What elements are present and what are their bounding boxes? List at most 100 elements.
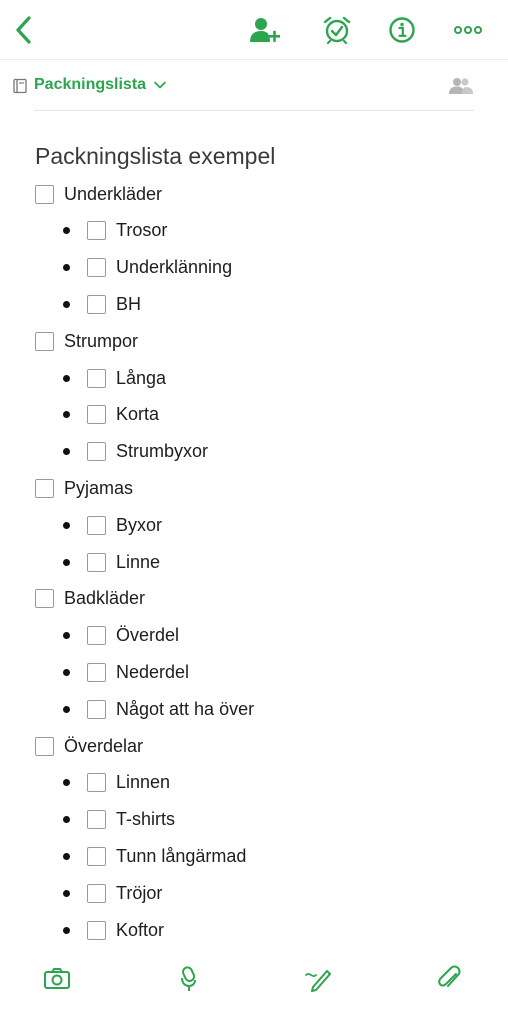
bullet-icon <box>63 521 70 529</box>
info-icon <box>389 17 415 43</box>
checklist-subitem: T-shirts <box>63 803 175 837</box>
notebook-icon <box>13 78 27 94</box>
checkbox[interactable] <box>87 699 106 719</box>
checklist-subitem: Linne <box>63 545 160 579</box>
checklist-subitem: Trosor <box>63 214 167 248</box>
notebook-selector[interactable]: Packningslista <box>0 62 508 110</box>
bullet-icon <box>63 632 70 640</box>
bullet-icon <box>63 705 70 713</box>
checklist-subitem: Korta <box>63 398 159 432</box>
camera-icon <box>44 968 70 989</box>
alarm-clock-icon <box>323 16 351 45</box>
checklist-subitem-label: Tunn långärmad <box>116 845 247 866</box>
checkbox[interactable] <box>87 883 106 903</box>
bullet-icon <box>63 852 70 860</box>
checklist-subitem-label: Något att ha över <box>116 698 255 719</box>
checklist-subitem-label: Långa <box>116 367 167 388</box>
checkbox[interactable] <box>87 515 106 535</box>
back-button[interactable] <box>6 12 42 48</box>
checklist-subitem: Underklänning <box>63 251 232 285</box>
camera-button[interactable] <box>42 964 72 994</box>
pen-icon <box>305 970 331 992</box>
checklist-subitem-label: Byxor <box>116 514 163 535</box>
note-title[interactable]: Packningslista exempel <box>35 143 275 170</box>
checkbox[interactable] <box>35 478 54 498</box>
reminder-button[interactable] <box>319 12 355 48</box>
checklist-subitem-label: Tröjor <box>116 882 163 903</box>
bottom-toolbar <box>0 952 508 1023</box>
bullet-icon <box>63 889 70 897</box>
checklist-subitem: Byxor <box>63 508 162 542</box>
checkbox[interactable] <box>35 331 54 351</box>
checkbox[interactable] <box>87 662 106 682</box>
bullet-icon <box>63 300 70 308</box>
bullet-icon <box>63 227 70 235</box>
bullet-icon <box>63 926 70 934</box>
notebook-name[interactable]: Packningslista <box>34 76 146 94</box>
checklist-subitem: Tunn långärmad <box>63 839 246 873</box>
checkbox[interactable] <box>87 773 106 793</box>
checkbox[interactable] <box>87 258 106 278</box>
checkbox[interactable] <box>87 552 106 572</box>
audio-button[interactable] <box>174 964 204 994</box>
bullet-icon <box>63 816 70 824</box>
checkbox[interactable] <box>87 221 106 241</box>
checklist-subitem-label: Underklänning <box>116 257 233 278</box>
checklist-subitem: Koftor <box>63 913 164 947</box>
checklist-item: Strumpor <box>35 324 138 358</box>
info-button[interactable] <box>384 12 420 48</box>
checklist-item-label: Badkläder <box>64 588 146 609</box>
bullet-icon <box>63 264 70 272</box>
checklist-subitem-label: Överdel <box>116 625 180 646</box>
checkbox[interactable] <box>87 626 106 646</box>
bullet-icon <box>63 779 70 787</box>
checkbox[interactable] <box>87 405 106 425</box>
checkbox[interactable] <box>87 846 106 866</box>
bullet-icon <box>63 374 70 382</box>
checkbox[interactable] <box>35 589 54 609</box>
more-button[interactable] <box>450 12 486 48</box>
checkbox[interactable] <box>87 810 106 830</box>
checklist-subitem-label: Koftor <box>116 919 165 940</box>
bullet-icon <box>63 448 70 456</box>
checklist-item-label: Underkläder <box>64 183 163 204</box>
checklist-item-label: Pyjamas <box>64 477 134 498</box>
checklist-subitem-label: Linne <box>116 551 161 572</box>
checklist-subitem-label: Strumbyxor <box>116 441 209 462</box>
checklist-subitem: Långa <box>63 361 166 395</box>
more-icon <box>454 26 482 34</box>
checklist-subitem-label: T-shirts <box>116 809 176 830</box>
top-toolbar <box>0 0 508 60</box>
notebook-divider <box>34 110 474 111</box>
add-person-icon <box>250 18 280 42</box>
bullet-icon <box>63 558 70 566</box>
attachment-button[interactable] <box>435 964 465 994</box>
top-divider <box>0 59 508 60</box>
checklist-subitem-label: BH <box>116 293 142 314</box>
checkbox[interactable] <box>35 184 54 204</box>
checklist-subitem: Tröjor <box>63 876 162 910</box>
checklist-subitem: Överdel <box>63 619 179 653</box>
chevron-down-icon <box>154 81 166 89</box>
checkbox[interactable] <box>87 442 106 462</box>
checkbox[interactable] <box>87 920 106 940</box>
checklist-subitem: Nederdel <box>63 655 189 689</box>
add-person-button[interactable] <box>247 12 283 48</box>
bullet-icon <box>63 668 70 676</box>
checklist-item: Underkläder <box>35 177 162 211</box>
checklist-subitem-label: Korta <box>116 404 160 425</box>
checklist-item: Överdelar <box>35 729 143 763</box>
shared-people-icon[interactable] <box>448 76 474 96</box>
bullet-icon <box>63 411 70 419</box>
checkbox[interactable] <box>35 736 54 756</box>
checklist-subitem-label: Linnen <box>116 772 171 793</box>
microphone-icon <box>181 966 196 991</box>
checklist-item-label: Överdelar <box>64 735 144 756</box>
checklist-subitem: BH <box>63 287 141 321</box>
checklist-subitem-label: Trosor <box>116 220 168 241</box>
checkbox[interactable] <box>87 368 106 388</box>
checklist-item-label: Strumpor <box>64 330 139 351</box>
sketch-button[interactable] <box>303 964 333 994</box>
checkbox[interactable] <box>87 294 106 314</box>
checklist-item: Badkläder <box>35 582 145 616</box>
